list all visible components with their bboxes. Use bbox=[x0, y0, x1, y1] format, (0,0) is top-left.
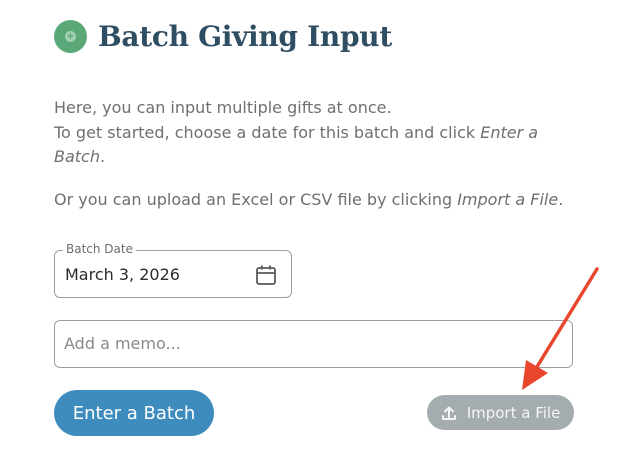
import-file-button[interactable]: Import a File bbox=[427, 395, 574, 430]
intro-line-1: Here, you can input multiple gifts at on… bbox=[54, 98, 392, 117]
intro-line-3: Or you can upload an Excel or CSV file b… bbox=[54, 189, 564, 209]
red-arrow-icon bbox=[522, 267, 599, 390]
enter-batch-button[interactable]: Enter a Batch bbox=[54, 390, 214, 436]
import-file-emphasis: Import a File bbox=[457, 189, 559, 209]
batch-date-value[interactable]: March 3, 2026 bbox=[65, 265, 180, 284]
page-title: Batch Giving Input bbox=[98, 20, 392, 53]
batch-date-label: Batch Date bbox=[63, 242, 136, 256]
plus-circle-icon: + bbox=[54, 20, 87, 53]
import-file-label: Import a File bbox=[466, 403, 561, 422]
page-header: + Batch Giving Input bbox=[54, 20, 392, 53]
batch-date-field[interactable]: Batch Date March 3, 2026 bbox=[54, 242, 292, 298]
calendar-icon[interactable] bbox=[255, 264, 277, 286]
memo-field[interactable] bbox=[54, 320, 573, 368]
intro-line-2: To get started, choose a date for this b… bbox=[54, 122, 539, 167]
upload-icon bbox=[441, 406, 456, 420]
intro-text: Here, you can input multiple gifts at on… bbox=[54, 96, 594, 212]
memo-input[interactable] bbox=[55, 321, 554, 365]
enter-batch-label: Enter a Batch bbox=[72, 402, 196, 424]
